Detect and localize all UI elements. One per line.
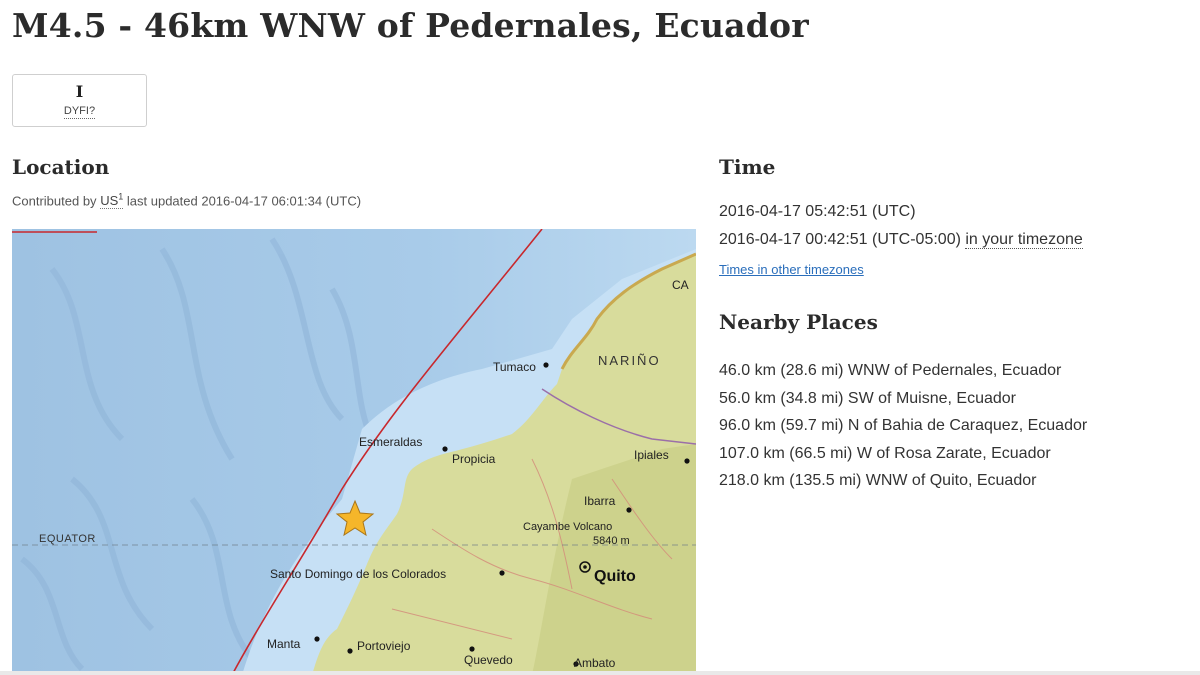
time-local-line: 2016-04-17 00:42:51 (UTC-05:00) in your … bbox=[719, 231, 1083, 249]
place-cayambe: Cayambe Volcano bbox=[523, 521, 612, 533]
nearby-places-heading: Nearby Places bbox=[719, 310, 878, 334]
capital-label: Quito bbox=[594, 568, 636, 585]
contributor-line: Contributed by US1 last updated 2016-04-… bbox=[12, 192, 362, 210]
place-santo-domingo: Santo Domingo de los Colorados bbox=[270, 567, 446, 581]
other-timezones-link[interactable]: Times in other timezones bbox=[719, 262, 864, 277]
place-propicia: Propicia bbox=[452, 452, 496, 466]
list-item: 46.0 km (28.6 mi) WNW of Pedernales, Ecu… bbox=[719, 362, 1062, 379]
page-bottom-edge bbox=[0, 671, 1200, 675]
place-ipiales: Ipiales bbox=[634, 448, 669, 462]
dyfi-intensity-value: I bbox=[75, 82, 84, 101]
contributed-prefix: Contributed by bbox=[12, 193, 97, 209]
dyfi-badge[interactable]: I DYFI? bbox=[12, 74, 147, 127]
place-esmeraldas: Esmeraldas bbox=[359, 435, 422, 449]
list-item: 56.0 km (34.8 mi) SW of Muisne, Ecuador bbox=[719, 389, 1016, 407]
list-item: 218.0 km (135.5 mi) WNW of Quito, Ecuado… bbox=[719, 472, 1037, 489]
time-utc: 2016-04-17 05:42:51 (UTC) bbox=[719, 203, 916, 220]
updated-text: last updated 2016-04-17 06:01:34 (UTC) bbox=[126, 193, 362, 209]
place-ambato: Ambato bbox=[574, 656, 616, 670]
page-title: M4.5 - 46km WNW of Pedernales, Ecuador bbox=[12, 6, 809, 45]
list-item: 96.0 km (59.7 mi) N of Bahia de Caraquez… bbox=[719, 417, 1088, 434]
place-cayambe-elevation: 5840 m bbox=[593, 535, 630, 547]
nearby-places-list: 46.0 km (28.6 mi) WNW of Pedernales, Ecu… bbox=[719, 357, 1087, 495]
place-ibarra: Ibarra bbox=[584, 494, 616, 508]
place-manta: Manta bbox=[267, 637, 301, 651]
region-label-narino: NARIÑO bbox=[598, 353, 661, 368]
network-link[interactable]: US1 bbox=[100, 192, 124, 210]
time-local: 2016-04-17 00:42:51 (UTC-05:00) bbox=[719, 231, 961, 248]
dyfi-label[interactable]: DYFI? bbox=[63, 105, 96, 119]
time-heading: Time bbox=[719, 155, 776, 179]
location-heading: Location bbox=[12, 155, 110, 179]
place-tumaco: Tumaco bbox=[493, 360, 536, 374]
place-portoviejo: Portoviejo bbox=[357, 639, 411, 653]
place-quevedo: Quevedo bbox=[464, 653, 513, 667]
list-item: 107.0 km (66.5 mi) W of Rosa Zarate, Ecu… bbox=[719, 444, 1051, 462]
map-svg: EQUATOR NARIÑO CA Tumaco Esmeraldas Prop… bbox=[12, 229, 696, 675]
corner-label: CA bbox=[672, 278, 689, 292]
timezone-note[interactable]: in your timezone bbox=[965, 231, 1083, 249]
location-map[interactable]: EQUATOR NARIÑO CA Tumaco Esmeraldas Prop… bbox=[12, 229, 696, 675]
equator-label: EQUATOR bbox=[39, 533, 96, 545]
